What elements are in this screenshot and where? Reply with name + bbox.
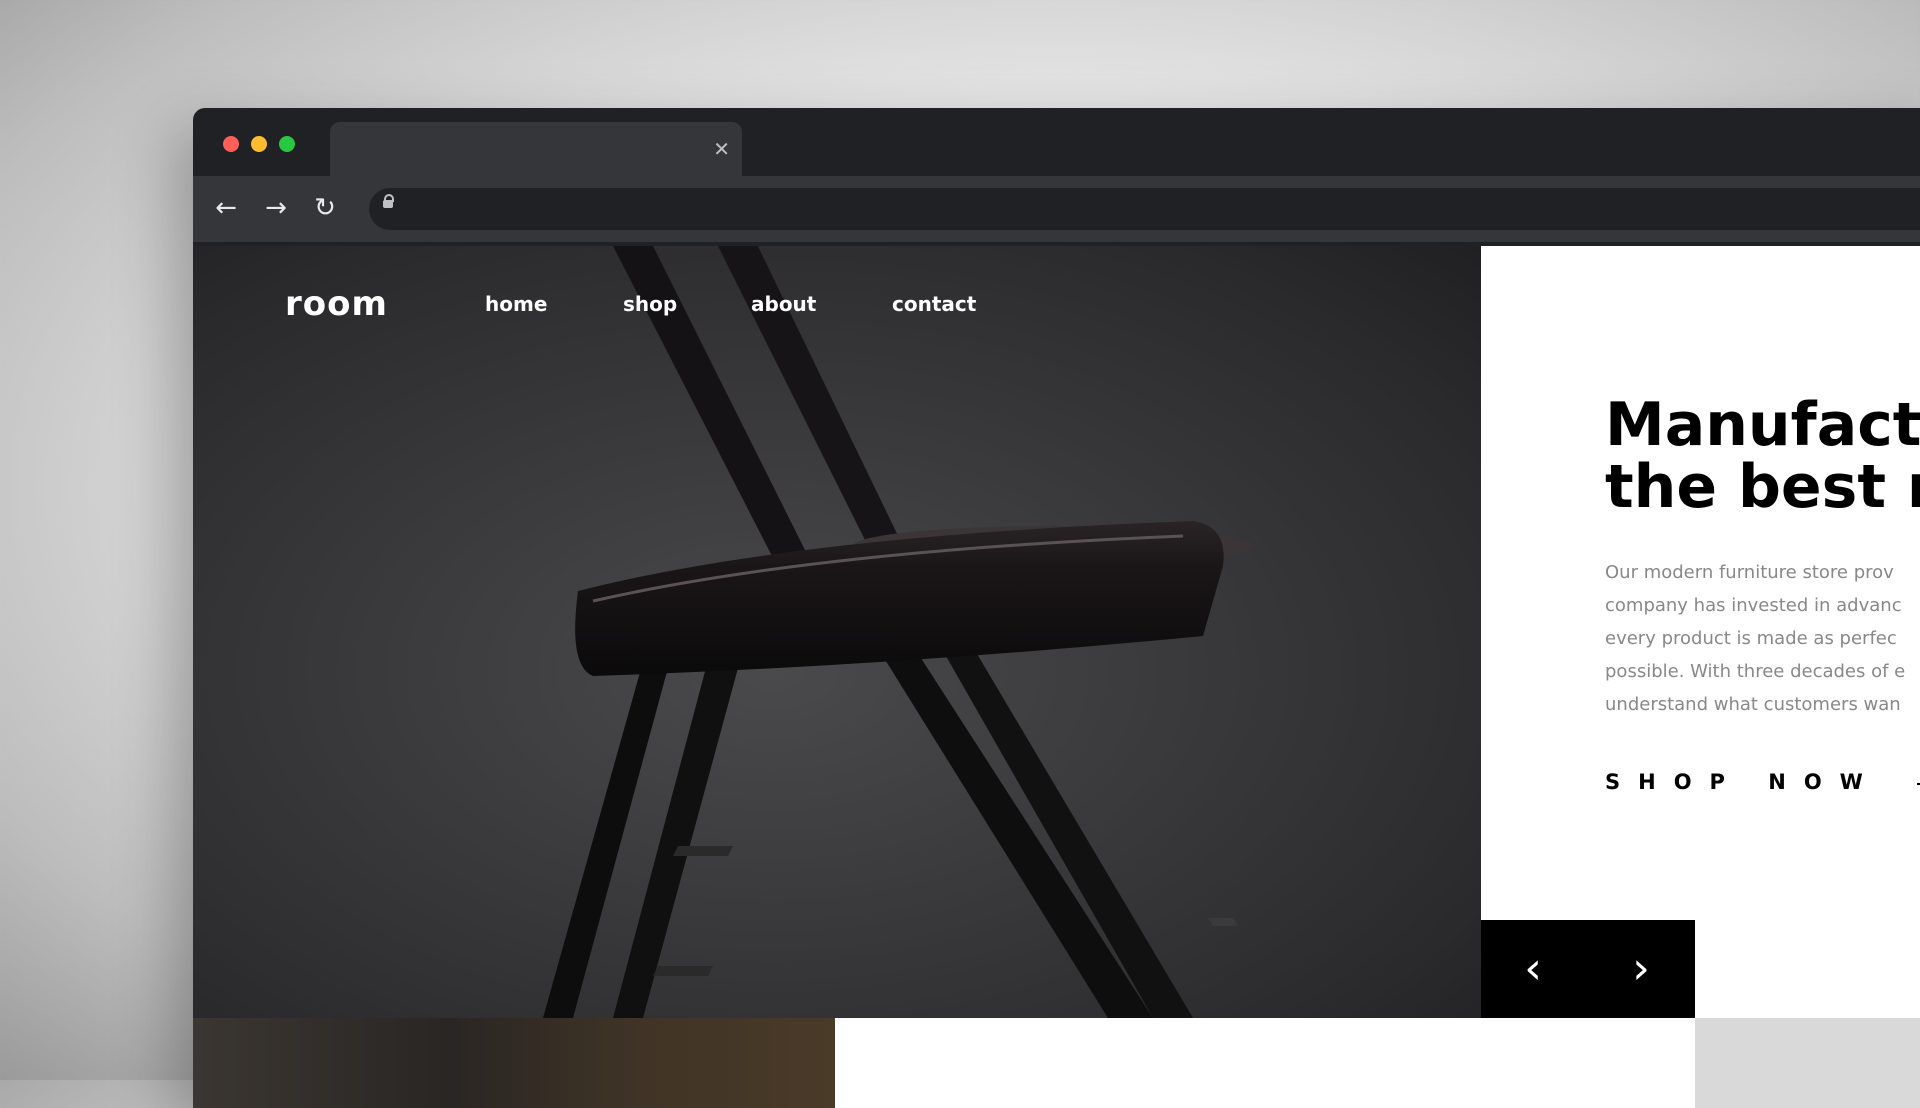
content-section bbox=[835, 1018, 1695, 1108]
nav-home[interactable]: home bbox=[485, 292, 547, 316]
close-icon[interactable]: ✕ bbox=[713, 138, 730, 160]
hero-image: room home shop about contact bbox=[193, 246, 1481, 1018]
page-viewport: room home shop about contact Manufactu t… bbox=[193, 246, 1920, 1108]
folding-chair-image bbox=[543, 246, 1253, 1018]
minimize-window-button[interactable] bbox=[251, 136, 267, 152]
nav-shop[interactable]: shop bbox=[623, 292, 677, 316]
hero-headline: Manufactu the best m bbox=[1605, 394, 1920, 518]
chevron-right-icon[interactable]: › bbox=[1619, 946, 1663, 992]
browser-window: ✕ ← → ↻ room home shop about contact Man… bbox=[193, 108, 1920, 1108]
shop-now-button[interactable]: SHOP NOW bbox=[1605, 770, 1881, 794]
nav-contact[interactable]: contact bbox=[892, 292, 976, 316]
reload-icon[interactable]: ↻ bbox=[310, 193, 340, 223]
product-thumbnail-image bbox=[193, 1018, 835, 1108]
headline-line-2: the best m bbox=[1605, 452, 1920, 522]
arrow-left-icon[interactable]: ← bbox=[211, 193, 241, 223]
window-controls bbox=[223, 136, 295, 152]
hero-content: Manufactu the best m Our modern furnitur… bbox=[1481, 246, 1920, 1018]
maximize-window-button[interactable] bbox=[279, 136, 295, 152]
content-panel-gray bbox=[1695, 1018, 1920, 1108]
lock-icon bbox=[383, 194, 394, 208]
nav-about[interactable]: about bbox=[751, 292, 816, 316]
hero-description: Our modern furniture store prov company … bbox=[1605, 556, 1920, 721]
description-line: every product is made as perfec bbox=[1605, 628, 1897, 649]
description-line: possible. With three decades of e bbox=[1605, 661, 1906, 682]
arrow-right-icon[interactable]: → bbox=[261, 193, 291, 223]
slider-controls: ‹ › bbox=[1481, 920, 1695, 1018]
description-line: understand what customers wan bbox=[1605, 694, 1901, 715]
description-line: Our modern furniture store prov bbox=[1605, 562, 1894, 583]
headline-line-1: Manufactu bbox=[1605, 390, 1920, 460]
description-line: company has invested in advanc bbox=[1605, 595, 1902, 616]
chevron-left-icon[interactable]: ‹ bbox=[1511, 946, 1555, 992]
site-logo[interactable]: room bbox=[285, 284, 388, 324]
close-window-button[interactable] bbox=[223, 136, 239, 152]
browser-toolbar: ← → ↻ bbox=[193, 176, 1920, 242]
address-bar[interactable] bbox=[369, 188, 1920, 230]
